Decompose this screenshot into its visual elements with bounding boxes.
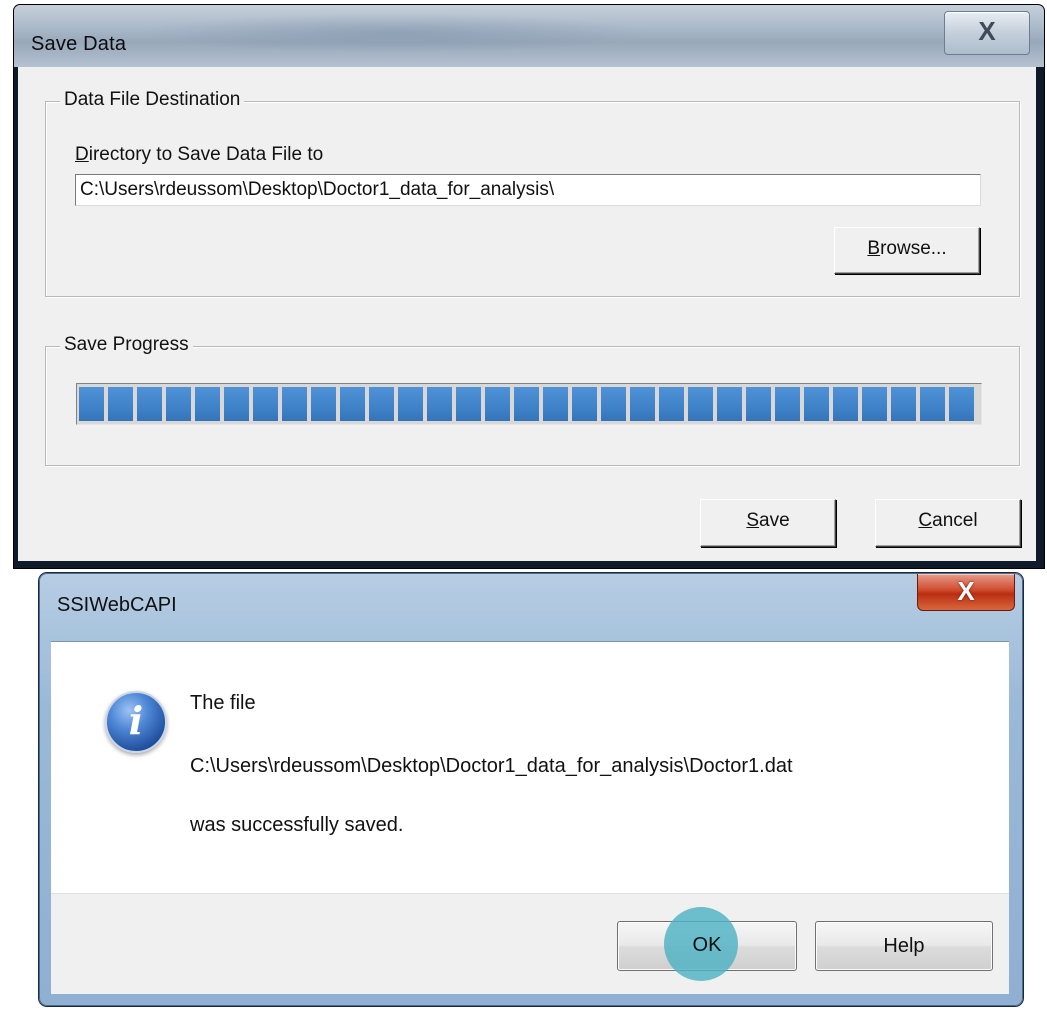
message-content: i The file C:\Users\rdeussom\Desktop\Doc…	[51, 641, 1009, 893]
browse-button[interactable]: Browse...	[834, 227, 980, 274]
progress-segment	[949, 387, 974, 421]
close-icon: X	[957, 576, 975, 606]
progress-segment	[79, 387, 104, 421]
cancel-button[interactable]: Cancel	[875, 499, 1021, 547]
progress-segment	[253, 387, 278, 421]
progress-segment	[427, 387, 452, 421]
progress-segment	[195, 387, 220, 421]
info-icon: i	[105, 691, 167, 753]
progress-segment	[456, 387, 481, 421]
progress-segment	[862, 387, 887, 421]
progress-segment	[543, 387, 568, 421]
save-progress-bar	[76, 383, 982, 425]
save-label: ave	[759, 510, 790, 531]
ok-button-label: OK	[692, 934, 722, 956]
progress-segment	[717, 387, 742, 421]
progress-segment	[166, 387, 191, 421]
message-line-1: The file	[190, 692, 256, 714]
progress-segment	[804, 387, 829, 421]
progress-segment	[282, 387, 307, 421]
ssiwebcapi-message-window: SSIWebCAPI X i The file C:\Users\rdeusso…	[39, 573, 1023, 1006]
directory-label-mnemonic: D	[75, 144, 89, 165]
progress-segment	[775, 387, 800, 421]
save-progress-fill	[79, 387, 979, 421]
save-mnemonic: S	[746, 510, 760, 531]
directory-input[interactable]: C:\Users\rdeussom\Desktop\Doctor1_data_f…	[75, 174, 981, 206]
progress-segment	[601, 387, 626, 421]
progress-segment	[688, 387, 713, 421]
progress-segment	[311, 387, 336, 421]
titlebar-background	[134, 13, 654, 53]
progress-segment	[659, 387, 684, 421]
close-icon: X	[978, 16, 996, 46]
data-file-destination-legend: Data File Destination	[60, 89, 245, 111]
message-close-button[interactable]: X	[917, 574, 1015, 611]
directory-label: Directory to Save Data File to	[75, 144, 323, 166]
message-line-3: was successfully saved.	[190, 814, 404, 836]
progress-segment	[485, 387, 510, 421]
save-data-title: Save Data	[31, 33, 127, 55]
help-button[interactable]: Help	[815, 921, 993, 971]
progress-segment	[514, 387, 539, 421]
screen: Save Data X Data File Destination Direct…	[0, 0, 1047, 1012]
cancel-mnemonic: C	[918, 510, 933, 531]
browse-label: rowse...	[880, 238, 947, 259]
progress-segment	[891, 387, 916, 421]
info-icon-glyph: i	[128, 698, 144, 743]
save-data-body: Data File Destination Directory to Save …	[18, 67, 1036, 561]
progress-segment	[920, 387, 945, 421]
message-title: SSIWebCAPI	[57, 594, 177, 616]
save-data-window: Save Data X Data File Destination Direct…	[14, 5, 1044, 568]
directory-label-text: irectory to Save Data File to	[88, 144, 324, 165]
progress-segment	[833, 387, 858, 421]
save-progress-group: Save Progress	[45, 334, 1020, 466]
save-button[interactable]: Save	[700, 499, 836, 547]
progress-segment	[630, 387, 655, 421]
progress-segment	[572, 387, 597, 421]
progress-segment	[398, 387, 423, 421]
save-data-close-button[interactable]: X	[944, 11, 1030, 55]
progress-segment	[369, 387, 394, 421]
save-progress-legend: Save Progress	[60, 334, 193, 356]
progress-segment	[137, 387, 162, 421]
progress-segment	[746, 387, 771, 421]
progress-segment	[108, 387, 133, 421]
progress-segment	[340, 387, 365, 421]
cancel-label: ancel	[932, 510, 978, 531]
browse-mnemonic: B	[867, 238, 881, 259]
message-file-path: C:\Users\rdeussom\Desktop\Doctor1_data_f…	[190, 755, 793, 777]
progress-segment	[224, 387, 249, 421]
save-data-titlebar[interactable]: Save Data X	[14, 5, 1044, 67]
data-file-destination-group: Data File Destination Directory to Save …	[45, 89, 1020, 297]
